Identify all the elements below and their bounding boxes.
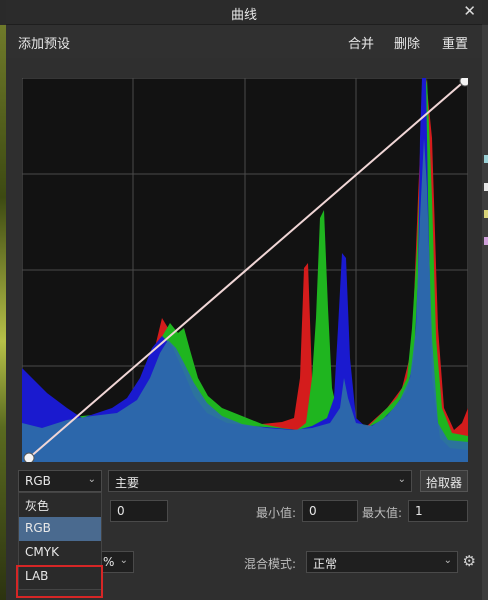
swatch — [484, 210, 488, 218]
background-photo-right — [482, 25, 488, 600]
close-icon[interactable]: ✕ — [463, 2, 476, 20]
curve-graph[interactable] — [22, 78, 468, 462]
chevron-down-icon: ⌄ — [443, 555, 452, 566]
delete-button[interactable]: 删除 — [394, 33, 420, 52]
blend-mode-label: 混合模式: — [244, 557, 297, 571]
menu-item-gray[interactable]: 灰色 — [19, 493, 101, 517]
chevron-down-icon: ⌄ — [87, 474, 96, 485]
opacity-suffix: % — [103, 555, 115, 569]
channel-select[interactable]: RGB ⌄ — [18, 470, 102, 492]
menu-item-lab[interactable]: LAB — [19, 565, 101, 589]
gear-icon[interactable]: ⚙ — [463, 552, 476, 570]
min-value-field[interactable]: 0 — [302, 500, 358, 522]
add-preset-button[interactable]: 添加预设 — [18, 33, 70, 52]
swatch — [484, 155, 488, 163]
swatch — [484, 183, 488, 191]
input-field[interactable]: 0 — [110, 500, 168, 522]
menu-item-cmyk[interactable]: CMYK — [19, 541, 101, 565]
reset-button[interactable]: 重置 — [442, 33, 468, 52]
curve-point-highlight[interactable] — [459, 78, 468, 87]
channel-select-value: RGB — [25, 474, 51, 488]
curve-graph-svg[interactable] — [22, 78, 468, 462]
max-label: 最大值: — [362, 506, 403, 520]
curve-point-shadow[interactable] — [23, 452, 35, 462]
title-bar: 曲线 ✕ — [6, 0, 482, 25]
picker-button[interactable]: 拾取器 — [420, 470, 469, 492]
blend-mode-select[interactable]: 正常 ⌄ — [306, 551, 458, 573]
min-label: 最小值: — [256, 506, 297, 520]
menu-item-rgb[interactable]: RGB — [19, 517, 101, 541]
channel-row: RGB ⌄ 主要 ⌄ 拾取器 — [6, 470, 482, 492]
curves-dialog: 曲线 ✕ 添加预设 合并 删除 重置 RGB ⌄ 主要 ⌄ 拾取器 0 最小值:… — [6, 0, 482, 600]
merge-button[interactable]: 合并 — [348, 33, 374, 52]
swatch — [484, 237, 488, 245]
max-value-field[interactable]: 1 — [408, 500, 468, 522]
dialog-title: 曲线 — [230, 8, 257, 23]
chevron-down-icon: ⌄ — [397, 474, 406, 485]
channel-dropdown-menu: 灰色 RGB CMYK LAB — [18, 492, 102, 590]
blend-mode-value: 正常 — [313, 557, 338, 571]
layer-select-value: 主要 — [115, 476, 140, 490]
preset-toolbar: 添加预设 合并 删除 重置 — [6, 25, 482, 58]
layer-select[interactable]: 主要 ⌄ — [108, 470, 412, 492]
chevron-down-icon: ⌄ — [119, 555, 128, 566]
